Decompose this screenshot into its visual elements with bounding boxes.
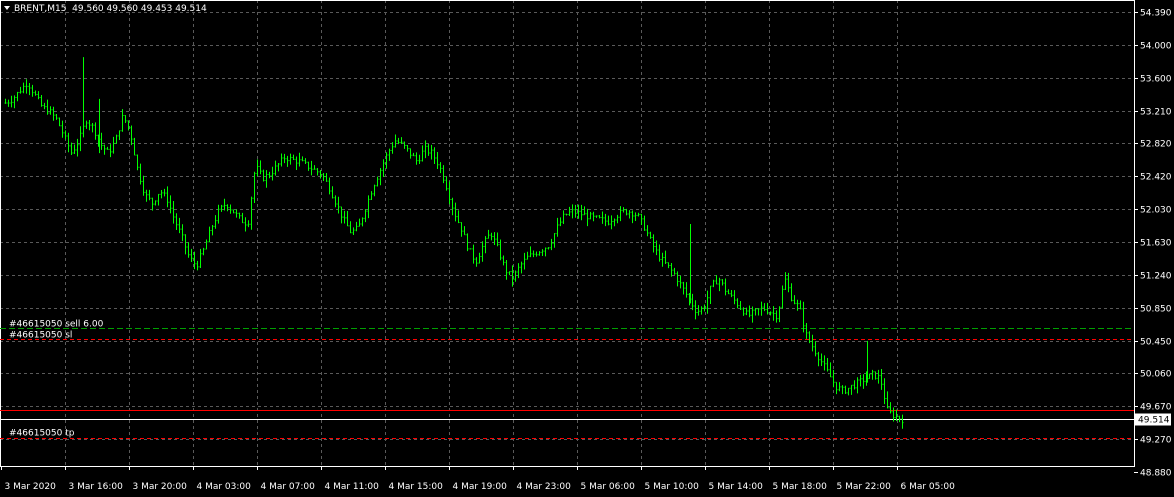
x-tick-label: 5 Mar 06:00 xyxy=(581,482,636,492)
x-tick-label: 4 Mar 15:00 xyxy=(389,482,444,492)
y-tick-label: 51.240 xyxy=(1140,272,1172,282)
x-tick-label: 3 Mar 2020 xyxy=(5,482,57,492)
y-tick-label: 50.450 xyxy=(1140,338,1172,348)
y-tick-label: 50.060 xyxy=(1140,370,1172,380)
x-tick-label: 6 Mar 05:00 xyxy=(901,482,956,492)
y-tick-label: 50.850 xyxy=(1140,305,1172,315)
y-tick-label: 52.420 xyxy=(1140,173,1172,183)
y-tick-label: 52.820 xyxy=(1140,140,1172,150)
y-tick-label: 49.270 xyxy=(1140,436,1172,446)
x-tick-label: 4 Mar 19:00 xyxy=(453,482,508,492)
x-tick-label: 3 Mar 16:00 xyxy=(69,482,124,492)
x-tick-label: 5 Mar 22:00 xyxy=(837,482,892,492)
y-tick-label: 52.030 xyxy=(1140,206,1172,216)
symbol-label: BRENT,M15 xyxy=(14,4,67,14)
stop-loss-label: #46615050 sl xyxy=(9,331,72,341)
grid-layer xyxy=(0,0,1134,466)
x-tick-label: 4 Mar 23:00 xyxy=(517,482,572,492)
y-tick-label: 53.600 xyxy=(1140,75,1172,85)
y-tick-label: 51.630 xyxy=(1140,239,1172,249)
trade-levels: #46615050 sell 6.00#46615050 sl #46615050… xyxy=(0,320,1134,439)
x-tick-label: 4 Mar 07:00 xyxy=(261,482,316,492)
x-tick-label: 5 Mar 10:00 xyxy=(645,482,700,492)
chart-header: BRENT,M15 49.560 49.560 49.453 49.514 xyxy=(4,4,207,15)
order-line-label: #46615050 sell 6.00 xyxy=(9,320,104,330)
x-tick-label: 5 Mar 18:00 xyxy=(773,482,828,492)
plot-border xyxy=(0,0,1135,467)
y-tick-label: 48.880 xyxy=(1140,469,1172,479)
ohlc-values: 49.560 49.560 49.453 49.514 xyxy=(72,4,207,14)
price-axis: 54.390 54.000 53.600 53.210 52.820 52.420 52.0… xyxy=(1134,9,1172,479)
y-tick-label: 49.670 xyxy=(1140,403,1172,413)
y-tick-label: 53.210 xyxy=(1140,108,1172,118)
x-tick-label: 5 Mar 14:00 xyxy=(709,482,764,492)
chart-menu-triangle-icon[interactable] xyxy=(4,6,10,10)
x-tick-label: 3 Mar 20:00 xyxy=(133,482,188,492)
y-tick-label: 54.000 xyxy=(1140,42,1172,52)
y-tick-label: 54.390 xyxy=(1140,9,1172,19)
time-axis: 3 Mar 2020 3 Mar 16:00 3 Mar 20:00 4 Mar 03… xyxy=(1,466,956,492)
x-tick-label: 4 Mar 03:00 xyxy=(197,482,252,492)
chart-frame xyxy=(0,0,1135,467)
price-chart[interactable]: #46615050 sell 6.00#46615050 sl #46615050… xyxy=(0,0,1174,497)
x-tick-label: 4 Mar 11:00 xyxy=(325,482,380,492)
take-profit-label: #46615050 tp xyxy=(9,429,75,439)
chart-window[interactable]: #46615050 sell 6.00 #46615050 sl #46615050… xyxy=(0,0,1174,497)
current-price-label: 49.514 xyxy=(1138,416,1170,426)
